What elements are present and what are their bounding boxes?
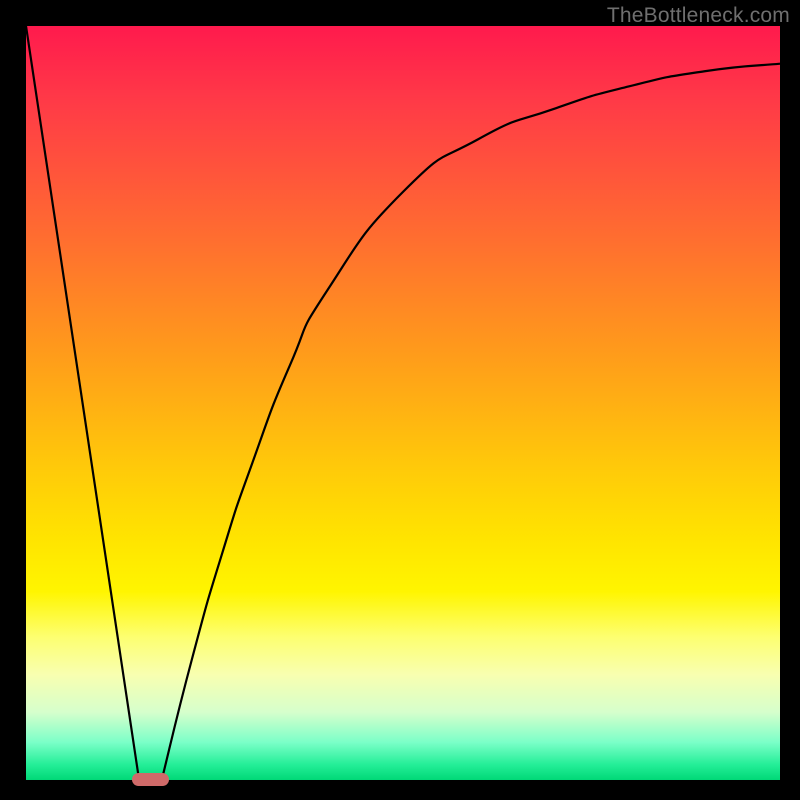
left-slope-line xyxy=(26,26,139,780)
plot-area xyxy=(26,26,780,780)
chart-frame: TheBottleneck.com xyxy=(0,0,800,800)
watermark-text: TheBottleneck.com xyxy=(607,4,790,28)
right-curve-path xyxy=(162,64,780,780)
curve-layer xyxy=(26,26,780,780)
bottleneck-marker xyxy=(132,773,170,786)
